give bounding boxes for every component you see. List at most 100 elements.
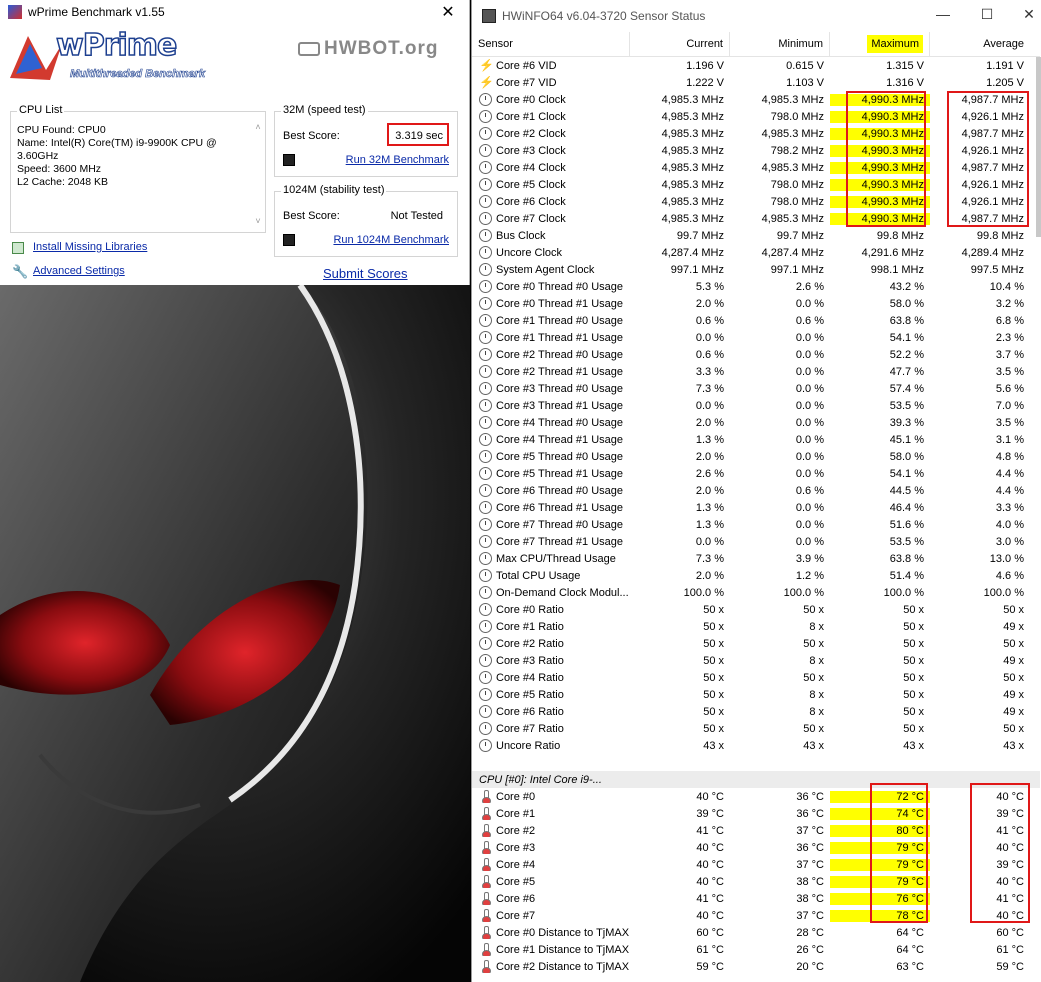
column-header-average[interactable]: Average (930, 32, 1030, 56)
sensor-row[interactable]: Core #2 Thread #1 Usage 3.3 % 0.0 % 47.7 % 3… (472, 363, 1040, 380)
sensor-row[interactable]: Core #0 Thread #1 Usage 2.0 % 0.0 % 58.0 % 3… (472, 295, 1040, 312)
column-header-current[interactable]: Current (630, 32, 730, 56)
sensor-row[interactable]: Core #2 Distance to TjMAX 59 °C 20 °C 63 °C… (472, 958, 1040, 975)
clock-icon (479, 297, 492, 310)
hwinfo-window: HWiNFO64 v6.04-3720 Sensor Status — ☐ ✕ … (471, 0, 1041, 982)
sensor-row[interactable]: ⚡ Core #7 VID 1.222 V 1.103 V 1.316 V 1.205 V (472, 74, 1040, 91)
sensor-row[interactable]: Core #3 Thread #0 Usage 7.3 % 0.0 % 57.4 % 5… (472, 380, 1040, 397)
minimum-value: 8 x (809, 620, 824, 633)
sensor-name-cell: Total CPU Usage (472, 569, 630, 582)
sensor-row[interactable]: Core #1 Distance to TjMAX 61 °C 26 °C 64 °C… (472, 941, 1040, 958)
close-icon[interactable]: ✕ (435, 2, 461, 22)
sensor-row[interactable]: Core #6 41 °C 38 °C 76 °C 41 °C (472, 890, 1040, 907)
sensor-row[interactable]: Core #1 Thread #0 Usage 0.6 % 0.6 % 63.8 % 6… (472, 312, 1040, 329)
sensor-row[interactable]: Core #6 Thread #0 Usage 2.0 % 0.6 % 44.5 % 4… (472, 482, 1040, 499)
current-value: 2.6 % (695, 467, 724, 480)
sensor-row[interactable]: Core #5 Thread #1 Usage 2.6 % 0.0 % 54.1 % 4… (472, 465, 1040, 482)
sensor-row[interactable]: Total CPU Usage 2.0 % 1.2 % 51.4 % 4.6 % (472, 567, 1040, 584)
sensor-row[interactable]: Core #5 40 °C 38 °C 79 °C 40 °C (472, 873, 1040, 890)
wprime-title-bar[interactable]: wPrime Benchmark v1.55 ✕ (0, 0, 469, 24)
sensor-row[interactable]: Core #3 40 °C 36 °C 79 °C 40 °C (472, 839, 1040, 856)
close-icon[interactable]: ✕ (1014, 6, 1041, 23)
sensor-name: Core #6 VID (496, 59, 557, 72)
sensor-name: Max CPU/Thread Usage (496, 552, 616, 565)
current-value: 4,985.3 MHz (661, 127, 724, 140)
sensor-row[interactable]: Core #6 Thread #1 Usage 1.3 % 0.0 % 46.4 % 3… (472, 499, 1040, 516)
sensor-row[interactable]: Core #7 40 °C 37 °C 78 °C 40 °C (472, 907, 1040, 924)
minimum-value: 798.0 MHz (770, 178, 824, 191)
sensor-row[interactable]: Core #7 Thread #0 Usage 1.3 % 0.0 % 51.6 % 4… (472, 516, 1040, 533)
minimum-value: 8 x (809, 688, 824, 701)
sensor-row[interactable]: Core #4 Ratio 50 x 50 x 50 x 50 x (472, 669, 1040, 686)
column-header-maximum[interactable]: Maximum (830, 32, 930, 56)
thermometer-icon (479, 824, 492, 837)
run-32m-benchmark-link[interactable]: Run 32M Benchmark (346, 154, 449, 166)
current-value: 40 °C (696, 841, 724, 854)
advanced-settings-link[interactable]: Advanced Settings (33, 265, 125, 277)
sensor-row[interactable]: Core #3 Ratio 50 x 8 x 50 x 49 x (472, 652, 1040, 669)
sensor-section-header[interactable]: CPU [#0]: Intel Core i9-... (472, 771, 1040, 788)
sensor-row[interactable]: Core #1 Ratio 50 x 8 x 50 x 49 x (472, 618, 1040, 635)
sensor-name-cell: Core #4 Ratio (472, 671, 630, 684)
sensor-row[interactable]: Core #7 Ratio 50 x 50 x 50 x 50 x (472, 720, 1040, 737)
wprime-title: wPrime Benchmark v1.55 (28, 5, 165, 19)
sensor-row[interactable]: Core #2 Thread #0 Usage 0.6 % 0.0 % 52.2 % 3… (472, 346, 1040, 363)
sensor-name: Core #2 Thread #1 Usage (496, 365, 623, 378)
sensor-row[interactable]: Max CPU/Thread Usage 7.3 % 3.9 % 63.8 % 13.0… (472, 550, 1040, 567)
sensor-row[interactable]: Core #1 39 °C 36 °C 74 °C 39 °C (472, 805, 1040, 822)
current-value: 40 °C (696, 858, 724, 871)
sensor-row[interactable]: ⚡ Core #6 VID 1.196 V 0.615 V 1.315 V 1.191 V (472, 57, 1040, 74)
current-value: 50 x (703, 705, 724, 718)
cpu-list-scrollbar[interactable]: ˄ ˅ (253, 122, 263, 226)
sensor-row[interactable]: Core #2 41 °C 37 °C 80 °C 41 °C (472, 822, 1040, 839)
sensor-row[interactable]: Core #0 Ratio 50 x 50 x 50 x 50 x (472, 601, 1040, 618)
minimum-value: 0.615 V (786, 59, 824, 72)
current-value: 50 x (703, 654, 724, 667)
sensor-row[interactable]: Core #0 40 °C 36 °C 72 °C 40 °C (472, 788, 1040, 805)
sensor-row[interactable]: Core #2 Ratio 50 x 50 x 50 x 50 x (472, 635, 1040, 652)
run-1024m-benchmark-link[interactable]: Run 1024M Benchmark (333, 234, 449, 246)
average-value: 3.0 % (995, 535, 1024, 548)
best-score-1024m-value: Not Tested (390, 210, 443, 222)
sensor-row[interactable]: Core #0 Thread #0 Usage 5.3 % 2.6 % 43.2 % 1… (472, 278, 1040, 295)
sensor-row[interactable]: Uncore Clock 4,287.4 MHz 4,287.4 MHz 4,291.… (472, 244, 1040, 261)
sensor-row[interactable]: System Agent Clock 997.1 MHz 997.1 MHz 998.… (472, 261, 1040, 278)
cpu-list-box[interactable]: CPU Found: CPU0 Name: Intel(R) Core(TM) … (17, 124, 253, 189)
clock-icon (479, 382, 492, 395)
clock-icon (479, 229, 492, 242)
sensor-row[interactable]: Core #5 Ratio 50 x 8 x 50 x 49 x (472, 686, 1040, 703)
libraries-icon (12, 242, 24, 254)
minimize-icon[interactable]: — (928, 6, 958, 22)
sensor-row[interactable]: Core #1 Thread #1 Usage 0.0 % 0.0 % 54.1 % 2… (472, 329, 1040, 346)
sensor-row[interactable]: Core #3 Thread #1 Usage 0.0 % 0.0 % 53.5 % 7… (472, 397, 1040, 414)
sensor-name-cell: Core #0 Thread #1 Usage (472, 297, 630, 310)
maximize-icon[interactable]: ☐ (972, 6, 1002, 23)
sensor-name: Core #0 Distance to TjMAX (496, 926, 630, 939)
average-value: 3.2 % (995, 297, 1024, 310)
column-header-minimum[interactable]: Minimum (730, 32, 830, 56)
scroll-up-icon[interactable]: ˄ (255, 122, 260, 132)
sensor-row[interactable]: Core #4 40 °C 37 °C 79 °C 39 °C (472, 856, 1040, 873)
sensor-row[interactable]: Uncore Ratio 43 x 43 x 43 x 43 x (472, 737, 1040, 754)
maximum-value: 53.5 % (889, 399, 924, 412)
sensor-row[interactable]: Core #7 Thread #1 Usage 0.0 % 0.0 % 53.5 % 3… (472, 533, 1040, 550)
minimum-value: 43 x (803, 739, 824, 752)
sensor-row[interactable]: Core #4 Thread #0 Usage 2.0 % 0.0 % 39.3 % 3… (472, 414, 1040, 431)
column-header-sensor[interactable]: Sensor (472, 32, 630, 56)
maximum-value: 50 x (903, 671, 924, 684)
sensor-row[interactable]: Core #0 Distance to TjMAX 60 °C 28 °C 64 °C… (472, 924, 1040, 941)
minimum-value: 0.0 % (795, 467, 824, 480)
minimum-value: 8 x (809, 705, 824, 718)
clock-icon (479, 365, 492, 378)
average-value: 4.0 % (995, 518, 1024, 531)
sensor-row[interactable]: On-Demand Clock Modul... 100.0 % 100.0 % 10… (472, 584, 1040, 601)
submit-scores-link[interactable]: Submit Scores (323, 266, 408, 281)
vertical-scrollbar[interactable] (1036, 57, 1041, 237)
sensor-row[interactable]: Bus Clock 99.7 MHz 99.7 MHz 99.8 MHz 99.8 MH… (472, 227, 1040, 244)
install-missing-libraries-link[interactable]: Install Missing Libraries (33, 241, 147, 253)
sensor-row[interactable]: Core #6 Ratio 50 x 8 x 50 x 49 x (472, 703, 1040, 720)
sensor-row[interactable]: Core #4 Thread #1 Usage 1.3 % 0.0 % 45.1 % 3… (472, 431, 1040, 448)
scroll-down-icon[interactable]: ˅ (255, 216, 260, 226)
sensor-row[interactable]: Core #5 Thread #0 Usage 2.0 % 0.0 % 58.0 % 4… (472, 448, 1040, 465)
clock-icon (479, 263, 492, 276)
